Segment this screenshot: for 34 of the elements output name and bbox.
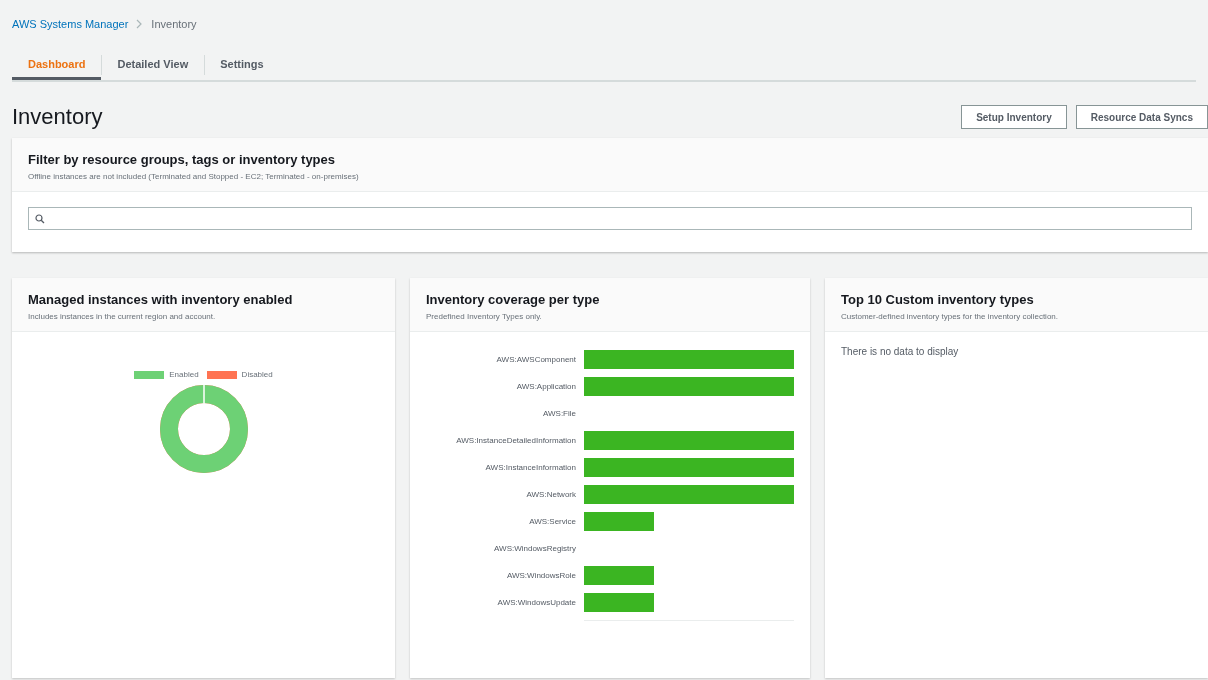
chevron-icon bbox=[136, 19, 144, 29]
bar-label: AWS:Application bbox=[515, 382, 576, 391]
card-subtitle: Predefined Inventory Types only. bbox=[426, 312, 543, 321]
bar-label: AWS:InstanceDetailedInformation bbox=[455, 436, 576, 445]
card-title: Managed instances with inventory enabled bbox=[28, 292, 294, 307]
panel-title: Filter by resource groups, tags or inventory types bbox=[28, 152, 337, 167]
tab[interactable]: Detailed View bbox=[101, 50, 205, 80]
panel-subtitle: Offline instances are not included (Terminated and Stopped - EC2; Terminated - on-premises) bbox=[28, 172, 360, 181]
empty-message: There is no data to display bbox=[841, 346, 960, 357]
bar-label: AWS:InstanceInformation bbox=[484, 463, 576, 472]
action-button[interactable]: Resource Data Syncs bbox=[1075, 105, 1208, 129]
search-field[interactable] bbox=[28, 207, 1192, 230]
card-subtitle: Customer-defined inventory types for the inventory collection. bbox=[841, 312, 1059, 321]
tab[interactable]: Settings bbox=[204, 50, 280, 80]
legend-label: Enabled bbox=[169, 370, 199, 379]
card-title: Inventory coverage per type bbox=[426, 292, 601, 307]
search-icon bbox=[35, 213, 45, 224]
bar-label: AWS:WindowsRole bbox=[505, 571, 576, 580]
bar-label: AWS:AWSComponent bbox=[495, 355, 576, 364]
bar-label: AWS:WindowsRegistry bbox=[493, 544, 576, 553]
breadcrumb-current: Inventory bbox=[151, 18, 197, 30]
breadcrumb-link[interactable]: AWS Systems Manager bbox=[12, 18, 129, 30]
action-button[interactable]: Setup Inventory bbox=[961, 105, 1067, 129]
bar-label: AWS:File bbox=[541, 409, 576, 418]
card-subtitle: Includes instances in the current region and account. bbox=[28, 312, 217, 321]
bar-label: AWS:Service bbox=[528, 517, 576, 526]
bar-label: AWS:WindowsUpdate bbox=[496, 598, 576, 607]
bar-label: AWS:Network bbox=[525, 490, 576, 499]
card-title: Top 10 Custom inventory types bbox=[841, 292, 1035, 307]
coverage-bar bbox=[584, 566, 654, 585]
coverage-bar bbox=[584, 593, 654, 612]
coverage-bar bbox=[584, 512, 654, 531]
page-title: Inventory bbox=[12, 104, 103, 130]
legend-label: Disabled bbox=[241, 370, 273, 379]
